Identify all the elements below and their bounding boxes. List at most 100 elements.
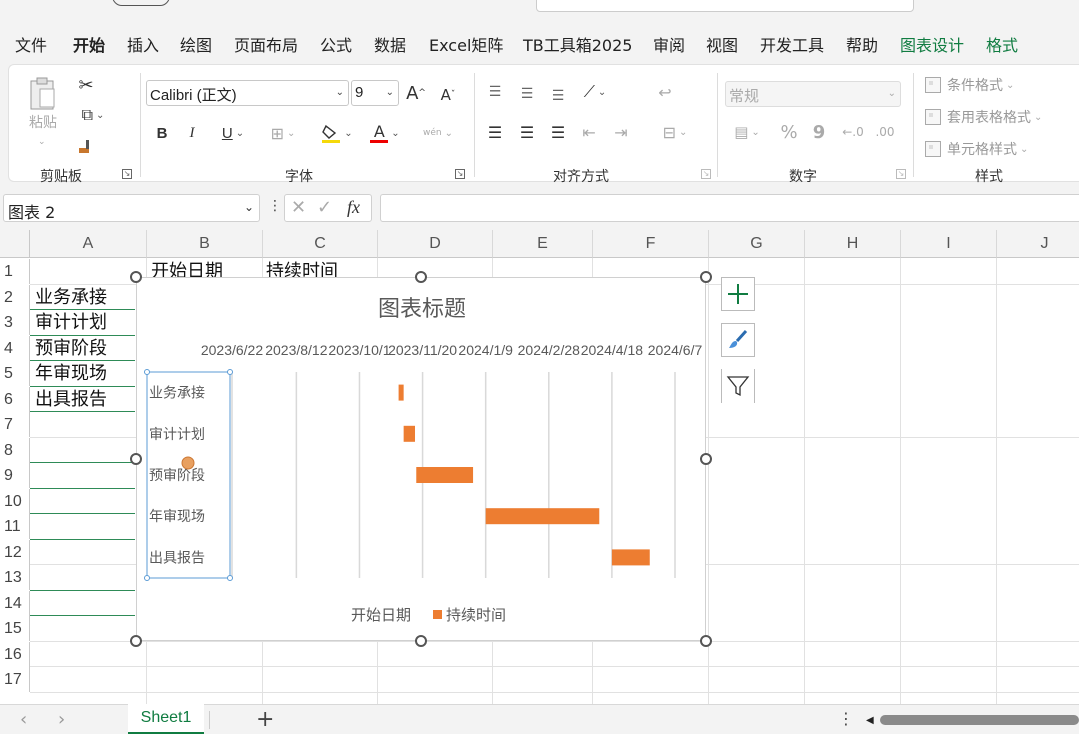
row-header-4[interactable]: 4 — [0, 336, 30, 361]
tab-data[interactable]: 数据 — [374, 32, 406, 56]
row-header-15[interactable]: 15 — [0, 616, 30, 641]
row-header-13[interactable]: 13 — [0, 565, 30, 590]
selection-handle[interactable] — [144, 369, 150, 375]
resize-handle-sw[interactable] — [130, 635, 142, 647]
cell-A4[interactable]: 预审阶段 — [35, 336, 107, 361]
resize-handle-s[interactable] — [415, 635, 427, 647]
tab-formulas[interactable]: 公式 — [320, 32, 352, 56]
tab-format[interactable]: 格式 — [986, 32, 1018, 56]
percent-button[interactable]: % — [779, 121, 799, 143]
grow-font-button[interactable]: A ^ — [405, 81, 427, 105]
row-header-3[interactable]: 3 — [0, 310, 30, 335]
formula-input[interactable] — [380, 194, 1079, 222]
column-header-E[interactable]: E — [493, 230, 593, 258]
scrollbar-thumb[interactable] — [880, 715, 1079, 725]
clipboard-launcher[interactable]: ↘ — [122, 169, 132, 179]
tab-home[interactable]: 开始 — [73, 32, 105, 63]
cell-A6[interactable]: 出具报告 — [35, 387, 107, 412]
wrap-text-button[interactable]: ↩ — [653, 81, 677, 103]
format-as-table-button[interactable]: 套用表格格式 ⌄ — [925, 107, 1042, 127]
selection-handle[interactable] — [227, 575, 233, 581]
alignment-launcher[interactable]: ↘ — [701, 169, 711, 179]
row-header-16[interactable]: 16 — [0, 642, 30, 667]
next-sheet-icon[interactable]: › — [58, 709, 65, 730]
merge-center-button[interactable]: ⊟ ⌄ — [651, 121, 699, 143]
resize-handle-se[interactable] — [700, 635, 712, 647]
prev-sheet-icon[interactable]: ‹ — [20, 709, 27, 730]
chart-elements-button[interactable] — [721, 277, 755, 311]
orientation-button[interactable]: ⟋ ⌄ — [577, 81, 613, 103]
paste-button[interactable]: 粘贴 — [25, 73, 61, 135]
chart-styles-button[interactable] — [721, 323, 755, 357]
column-header-C[interactable]: C — [263, 230, 378, 258]
column-header-J[interactable]: J — [997, 230, 1079, 258]
row-header-2[interactable]: 2 — [0, 285, 30, 310]
row-header-1[interactable]: 1 — [0, 259, 30, 284]
tab-view[interactable]: 视图 — [706, 32, 738, 56]
bold-button[interactable]: B — [152, 121, 172, 145]
accounting-format-button[interactable]: ▤ ⌄ — [729, 121, 765, 143]
autosave-toggle[interactable] — [112, 0, 170, 6]
selection-handle[interactable] — [227, 369, 233, 375]
fill-color-button[interactable]: ⌄ — [317, 121, 357, 145]
cell-A2[interactable]: 业务承接 — [35, 285, 107, 310]
row-header-9[interactable]: 9 — [0, 463, 30, 488]
font-color-button[interactable]: A ⌄ — [365, 121, 405, 145]
row-header-10[interactable]: 10 — [0, 489, 30, 514]
column-header-G[interactable]: G — [709, 230, 805, 258]
horizontal-scrollbar[interactable]: ◀ — [866, 715, 1079, 726]
row-header-6[interactable]: 6 — [0, 387, 30, 412]
tab-draw[interactable]: 绘图 — [180, 32, 212, 56]
row-header-12[interactable]: 12 — [0, 540, 30, 565]
add-sheet-icon[interactable]: + — [256, 707, 274, 732]
resize-handle-e[interactable] — [700, 453, 712, 465]
row-header-11[interactable]: 11 — [0, 514, 30, 539]
align-bottom-button[interactable]: ☰ — [546, 85, 570, 107]
tab-page-layout[interactable]: 页面布局 — [234, 32, 298, 56]
tab-review[interactable]: 审阅 — [653, 32, 685, 56]
gantt-chart[interactable]: 图表标题 2023/6/22 2023/8/12 2023/10/1 2023/11/… — [136, 277, 706, 641]
comma-button[interactable]: 9 — [809, 121, 829, 143]
tab-insert[interactable]: 插入 — [127, 32, 159, 56]
tab-tb-toolbox[interactable]: TB工具箱2025 — [523, 32, 632, 56]
format-painter-button[interactable] — [75, 137, 97, 157]
underline-button[interactable]: U ⌄ — [213, 121, 253, 145]
sheet-tab-sheet1[interactable]: Sheet1 — [128, 704, 204, 734]
cancel-icon[interactable]: ✕ — [291, 197, 306, 218]
search-box[interactable] — [536, 0, 914, 12]
borders-button[interactable]: ⊞ ⌄ — [263, 121, 303, 145]
tab-developer[interactable]: 开发工具 — [760, 32, 824, 56]
font-size-select[interactable]: 9 ⌄ — [351, 80, 399, 106]
shrink-font-button[interactable]: Aˇ — [437, 83, 459, 107]
column-header-B[interactable]: B — [147, 230, 263, 258]
tab-chart-design[interactable]: 图表设计 — [900, 32, 964, 56]
tab-help[interactable]: 帮助 — [846, 32, 878, 56]
conditional-formatting-button[interactable]: 条件格式 ⌄ — [925, 75, 1014, 95]
number-format-select[interactable]: 常规 ⌄ — [725, 81, 901, 107]
resize-handle-n[interactable] — [415, 271, 427, 283]
column-header-I[interactable]: I — [901, 230, 997, 258]
font-launcher[interactable]: ↘ — [455, 169, 465, 179]
cell-A5[interactable]: 年审现场 — [35, 361, 107, 386]
copy-button[interactable]: ⧉ ⌄ — [73, 105, 113, 125]
align-middle-button[interactable]: ☰ — [515, 83, 539, 105]
column-header-H[interactable]: H — [805, 230, 901, 258]
align-top-button[interactable]: ☰ — [483, 81, 507, 103]
enter-icon[interactable]: ✓ — [317, 197, 332, 218]
chart-filters-button[interactable] — [721, 369, 755, 403]
column-header-D[interactable]: D — [378, 230, 493, 258]
name-box[interactable]: 图表 2 ⌄ — [3, 194, 260, 222]
align-right-button[interactable]: ☰ — [546, 121, 570, 143]
cut-button[interactable]: ✂ — [75, 75, 97, 96]
cell-styles-button[interactable]: 单元格样式 ⌄ — [925, 139, 1028, 159]
resize-handle-w[interactable] — [130, 453, 142, 465]
decrease-indent-button[interactable]: ⇤ — [577, 121, 601, 143]
align-center-button[interactable]: ☰ — [515, 121, 539, 143]
select-all[interactable] — [0, 230, 30, 258]
tab-excel-matrix[interactable]: Excel矩阵 — [429, 32, 503, 56]
font-name-select[interactable]: Calibri (正文) ⌄ — [146, 80, 349, 106]
phonetic-button[interactable]: wén ⌄ — [417, 121, 459, 145]
decrease-decimal-button[interactable]: .00 — [873, 121, 897, 143]
column-header-F[interactable]: F — [593, 230, 709, 258]
scroll-left-icon[interactable]: ◀ — [866, 715, 874, 726]
